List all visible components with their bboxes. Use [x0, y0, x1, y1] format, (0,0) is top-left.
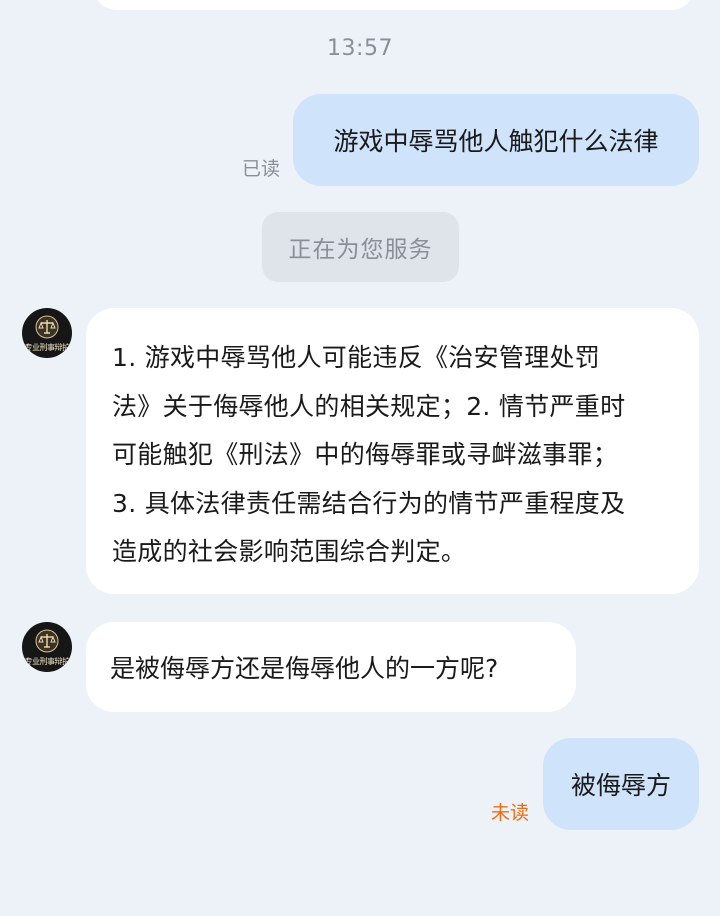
- message-line: 造成的社会影响范围综合判定。: [112, 537, 467, 566]
- user-message-bubble[interactable]: 游戏中辱骂他人触犯什么法律: [293, 94, 699, 186]
- lawyer-avatar[interactable]: 专业刑事辩护: [22, 622, 72, 672]
- service-status-notice: 正在为您服务: [262, 212, 459, 282]
- lawyer-avatar[interactable]: 专业刑事辩护: [22, 308, 72, 358]
- user-message-bubble[interactable]: 被侮辱方: [543, 738, 699, 830]
- message-line: 3. 具体法律责任需结合行为的情节严重程度及: [112, 488, 626, 518]
- bot-message-bubble[interactable]: 是被侮辱方还是侮辱他人的一方呢?: [86, 622, 576, 712]
- message-line: 1. 游戏中辱骂他人可能违反《治安管理处罚: [112, 343, 601, 372]
- message-line: 法》关于侮辱他人的相关规定；2. 情节严重时: [112, 391, 626, 421]
- bot-message-bubble[interactable]: 1. 游戏中辱骂他人可能违反《治安管理处罚 法》关于侮辱他人的相关规定；2. 情…: [86, 308, 699, 594]
- message-line: 可能触犯《刑法》中的侮辱罪或寻衅滋事罪；: [112, 440, 619, 469]
- read-status: 已读: [242, 158, 281, 180]
- chat-timestamp: 13:57: [327, 36, 393, 61]
- avatar-caption: 专业刑事辩护: [24, 343, 71, 352]
- scales-of-justice-icon: [35, 315, 59, 339]
- avatar-caption: 专业刑事辩护: [24, 657, 71, 666]
- previous-message-bubble: [93, 0, 695, 10]
- scales-of-justice-icon: [35, 629, 59, 653]
- unread-status: 未读: [491, 802, 530, 824]
